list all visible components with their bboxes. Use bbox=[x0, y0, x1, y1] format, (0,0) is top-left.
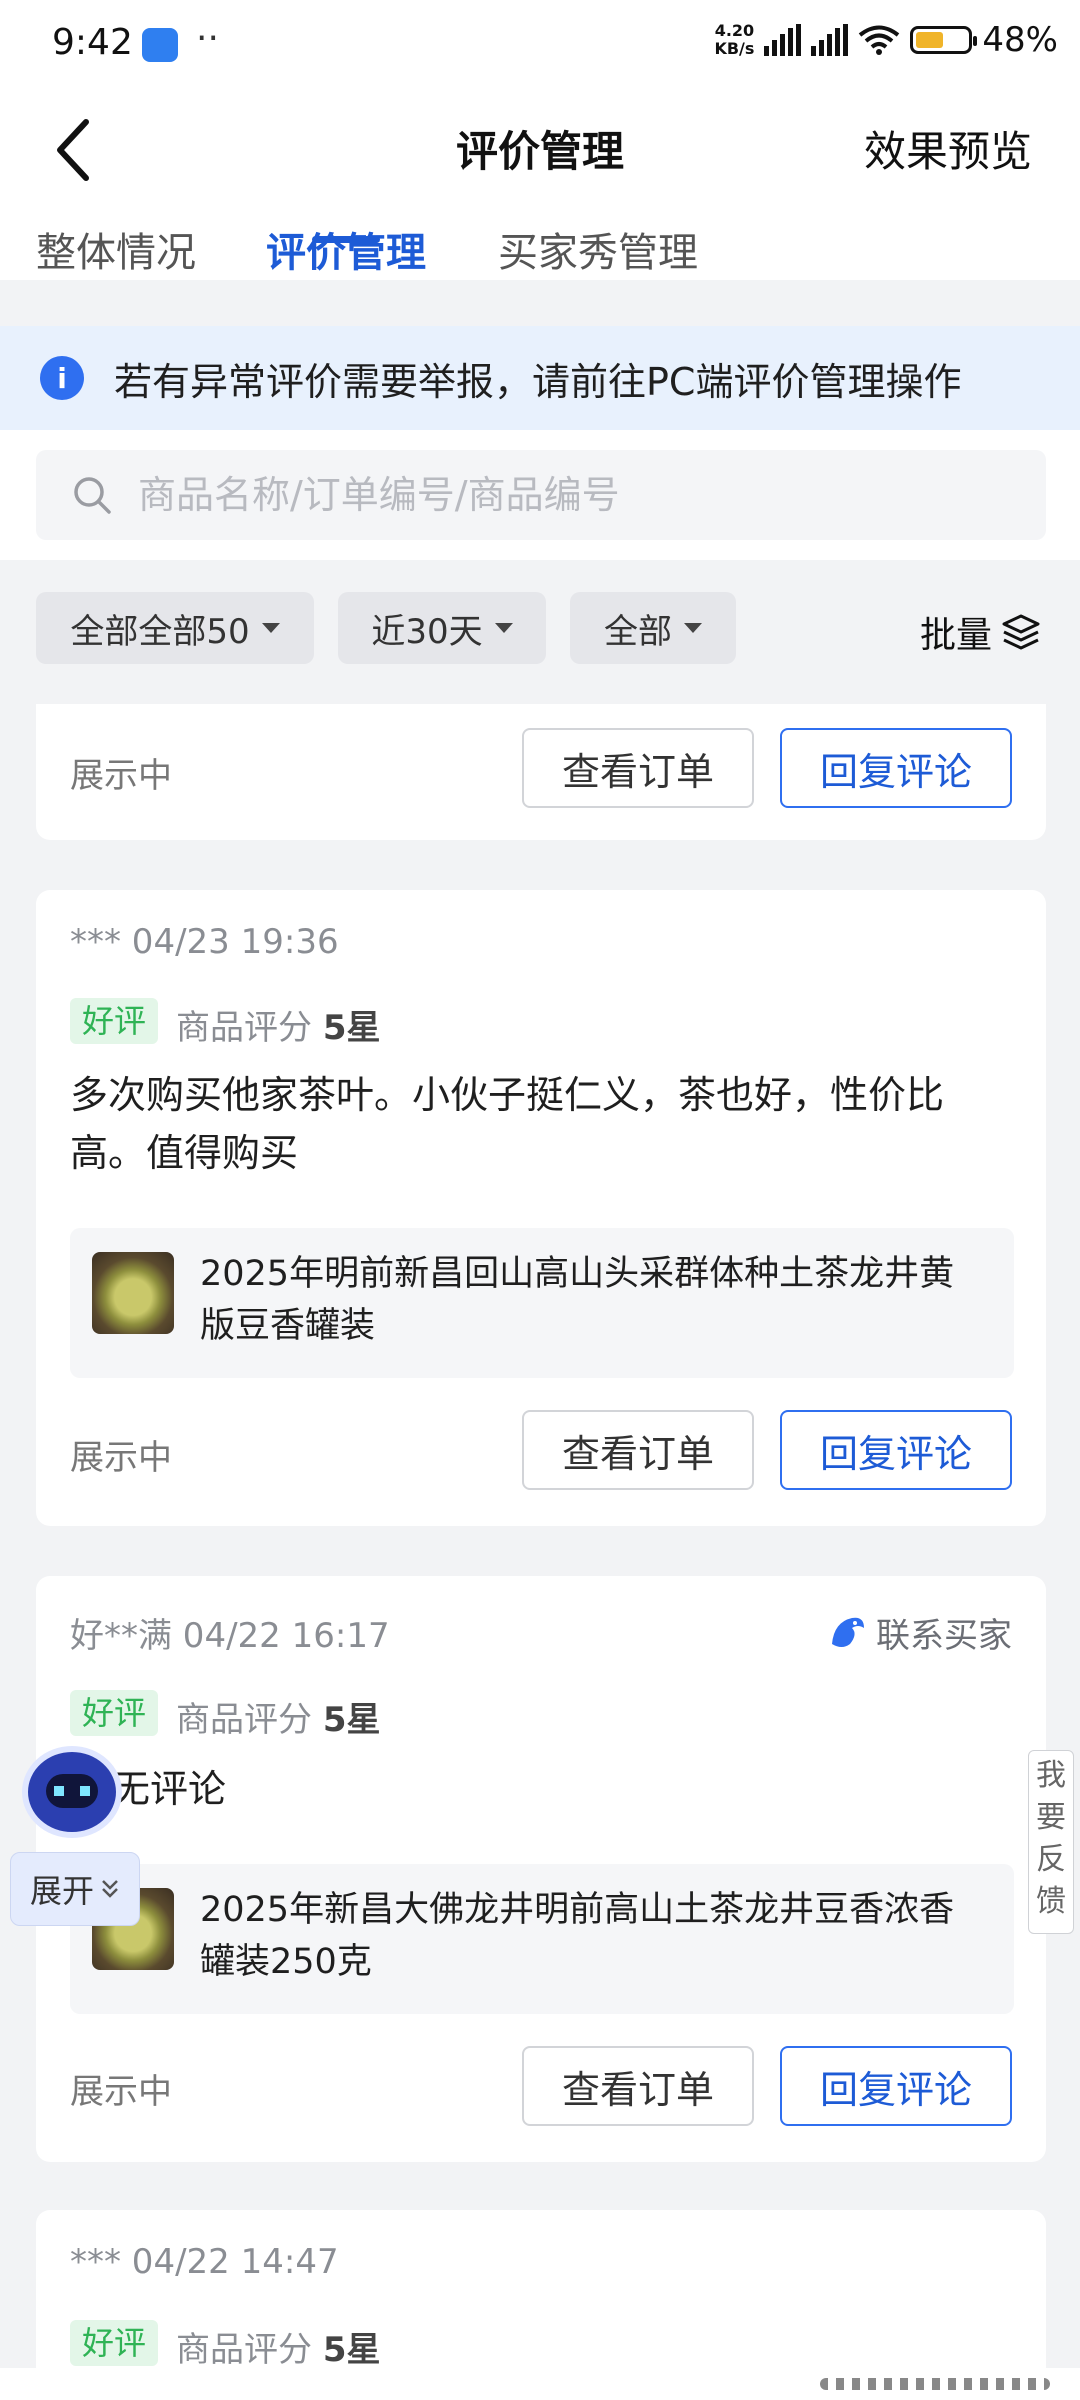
double-chevron-down-icon bbox=[102, 1880, 118, 1898]
gesture-handle[interactable] bbox=[820, 2378, 1050, 2390]
tab-bar: 整体情况 评价管理 买家秀管理 bbox=[0, 220, 1080, 280]
battery-percent: 48% bbox=[982, 20, 1058, 60]
app-header: 评价管理 效果预览 整体情况 评价管理 买家秀管理 bbox=[0, 80, 1080, 280]
battery-icon bbox=[910, 26, 978, 54]
review-card: 展示中 查看订单 回复评论 bbox=[36, 704, 1046, 840]
batch-button[interactable]: 批量 bbox=[920, 606, 1042, 658]
status-filter-label: 全部 bbox=[604, 611, 672, 652]
tab-review-management[interactable]: 评价管理 bbox=[266, 220, 426, 278]
chevron-down-icon bbox=[494, 623, 513, 633]
signal-icon-1 bbox=[764, 24, 802, 56]
product-title: 2025年明前新昌回山高山头采群体种土茶龙井黄版豆香罐装 bbox=[200, 1254, 955, 1346]
score-value: 5星 bbox=[322, 1008, 381, 1048]
tab-buyer-show[interactable]: 买家秀管理 bbox=[498, 220, 698, 278]
signal-icon-2 bbox=[811, 24, 849, 56]
search-section bbox=[0, 430, 1080, 560]
network-speed: 4.20 KB/s bbox=[714, 22, 754, 58]
review-user-time: *** 04/22 14:47 bbox=[70, 2242, 339, 2282]
tab-overview[interactable]: 整体情况 bbox=[36, 220, 196, 278]
review-status: 展示中 bbox=[70, 756, 172, 796]
chevron-down-icon bbox=[684, 623, 702, 633]
chevron-down-icon bbox=[261, 623, 280, 633]
reply-button[interactable]: 回复评论 bbox=[780, 2046, 1012, 2126]
review-status: 展示中 bbox=[70, 1438, 172, 1478]
score-label: 商品评分 bbox=[176, 1700, 312, 1740]
score-value: 5星 bbox=[322, 2330, 381, 2370]
score-label: 商品评分 bbox=[176, 2330, 312, 2370]
search-input[interactable] bbox=[136, 472, 940, 518]
rating-filter[interactable]: 全部全部50 bbox=[36, 592, 314, 664]
product-score: 商品评分 5星 bbox=[176, 2322, 380, 2371]
info-icon: i bbox=[40, 356, 84, 400]
contact-buyer-label: 联系买家 bbox=[876, 1616, 1012, 1656]
reply-button[interactable]: 回复评论 bbox=[780, 1410, 1012, 1490]
gesture-nav-bar bbox=[0, 2368, 1080, 2400]
reply-button[interactable]: 回复评论 bbox=[780, 728, 1012, 808]
wifi-icon bbox=[859, 25, 900, 55]
status-bar: 9:42 ·· 4.20 KB/s 48% bbox=[0, 0, 1080, 80]
notice-banner: i 若有异常评价需要举报，请前往PC端评价管理操作 bbox=[0, 326, 1080, 430]
status-time: 9:42 bbox=[52, 22, 133, 63]
view-order-button[interactable]: 查看订单 bbox=[522, 2046, 754, 2126]
product-score: 商品评分 5星 bbox=[176, 1000, 380, 1049]
product-title: 2025年新昌大佛龙井明前高山土茶龙井豆香浓香罐装250克 bbox=[200, 1890, 955, 1982]
search-box[interactable] bbox=[36, 450, 1046, 540]
assistant-robot-icon[interactable] bbox=[28, 1752, 116, 1832]
good-review-tag: 好评 bbox=[70, 998, 159, 1044]
review-status: 展示中 bbox=[70, 2072, 172, 2112]
active-tab-indicator bbox=[312, 236, 380, 243]
review-card: 好**满 04/22 16:17 联系买家 好评 商品评分 5星 无评论 202… bbox=[36, 1576, 1046, 2162]
period-filter-label: 近30天 bbox=[371, 611, 483, 652]
filter-bar: 全部全部50 近30天 全部 批量 bbox=[0, 560, 1080, 700]
app-notification-icon bbox=[142, 28, 178, 62]
review-content: 无评论 bbox=[112, 1767, 227, 1811]
review-card: *** 04/23 19:36 好评 商品评分 5星 多次购买他家茶叶。小伙子挺… bbox=[36, 890, 1046, 1526]
network-speed-value: 4.20 bbox=[714, 21, 755, 40]
contact-buyer-button[interactable]: 联系买家 bbox=[828, 1608, 1012, 1657]
rating-filter-label: 全部全部50 bbox=[70, 611, 250, 652]
view-order-button[interactable]: 查看订单 bbox=[522, 1410, 754, 1490]
status-indicators: 4.20 KB/s 48% bbox=[714, 20, 1058, 60]
expand-label: 展开 bbox=[29, 1872, 94, 1910]
network-speed-unit: KB/s bbox=[714, 39, 755, 58]
view-order-button[interactable]: 查看订单 bbox=[522, 728, 754, 808]
expand-assistant-button[interactable]: 展开 bbox=[10, 1852, 140, 1926]
score-value: 5星 bbox=[322, 1700, 381, 1740]
notice-text: 若有异常评价需要举报，请前往PC端评价管理操作 bbox=[114, 359, 962, 404]
preview-button[interactable]: 效果预览 bbox=[864, 118, 1032, 179]
score-label: 商品评分 bbox=[176, 1008, 312, 1048]
product-info[interactable]: 2025年明前新昌回山高山头采群体种土茶龙井黄版豆香罐装 bbox=[70, 1228, 1014, 1378]
review-user-time: 好**满 04/22 16:17 bbox=[70, 1616, 390, 1656]
review-user-time: *** 04/23 19:36 bbox=[70, 922, 339, 962]
review-content: 多次购买他家茶叶。小伙子挺仁义，茶也好，性价比高。值得购买 bbox=[70, 1073, 945, 1175]
good-review-tag: 好评 bbox=[70, 1690, 159, 1736]
product-info[interactable]: 2025年新昌大佛龙井明前高山土茶龙井豆香浓香罐装250克 bbox=[70, 1864, 1014, 2014]
period-filter[interactable]: 近30天 bbox=[338, 592, 546, 664]
search-icon bbox=[74, 477, 111, 514]
good-review-tag: 好评 bbox=[70, 2320, 159, 2366]
feedback-button[interactable]: 我要反馈 bbox=[1028, 1750, 1074, 1934]
chat-bird-icon bbox=[832, 1617, 864, 1647]
more-notifications-icon: ·· bbox=[196, 18, 219, 59]
batch-label: 批量 bbox=[919, 615, 992, 656]
layers-icon bbox=[1002, 614, 1040, 650]
status-filter[interactable]: 全部 bbox=[570, 592, 736, 664]
product-thumbnail bbox=[92, 1252, 174, 1334]
product-score: 商品评分 5星 bbox=[176, 1692, 380, 1741]
